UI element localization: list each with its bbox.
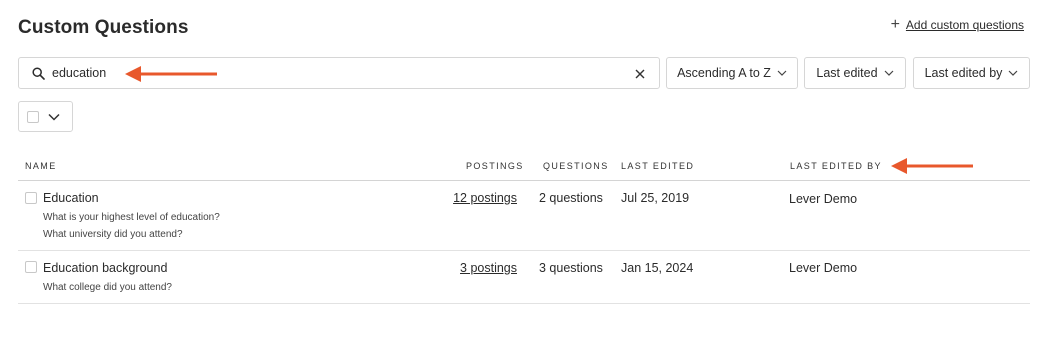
postings-link[interactable]: 3 postings	[460, 261, 517, 275]
chevron-down-icon	[777, 70, 787, 76]
column-header-postings[interactable]: POSTINGS	[466, 161, 524, 171]
postings-link[interactable]: 12 postings	[453, 191, 517, 205]
page-title: Custom Questions	[18, 17, 189, 38]
last-edited-by-dropdown[interactable]: Last edited by	[913, 57, 1030, 89]
table-header-divider	[18, 180, 1030, 181]
last-edited-date: Jul 25, 2019	[621, 191, 690, 205]
arrow-left-icon	[125, 66, 217, 82]
questions-count: 3 questions	[539, 261, 603, 275]
question-text: What university did you attend?	[43, 229, 183, 240]
last-edited-dropdown[interactable]: Last edited	[804, 57, 906, 89]
last-edited-date: Jan 15, 2024	[621, 261, 694, 275]
column-header-last-edited[interactable]: LAST EDITED	[621, 161, 694, 171]
search-icon	[31, 66, 45, 80]
column-header-questions[interactable]: QUESTIONS	[543, 161, 609, 171]
row-divider	[18, 250, 1030, 251]
row-checkbox[interactable]	[25, 192, 37, 204]
last-edited-by-user: Lever Demo	[789, 261, 858, 275]
chevron-down-icon	[48, 113, 60, 121]
question-text: What is your highest level of education?	[43, 212, 220, 223]
questions-count: 2 questions	[539, 191, 603, 205]
question-set-title[interactable]: Education background	[43, 261, 167, 275]
row-divider	[18, 303, 1030, 304]
row-checkbox[interactable]	[25, 261, 37, 273]
question-text: What college did you attend?	[43, 282, 172, 293]
select-all-checkbox[interactable]	[27, 110, 39, 123]
search-field[interactable]	[18, 57, 660, 89]
column-header-last-edited-by[interactable]: LAST EDITED BY	[790, 161, 882, 171]
last-edited-dropdown-label: Last edited	[816, 66, 878, 80]
chevron-down-icon	[884, 70, 894, 76]
add-custom-questions-label: Add custom questions	[905, 18, 1024, 32]
last-edited-by-user: Lever Demo	[789, 192, 858, 206]
add-custom-questions-link[interactable]: + Add custom questions	[890, 16, 1024, 33]
column-header-name[interactable]: NAME	[25, 161, 57, 171]
sort-dropdown-label: Ascending A to Z	[677, 66, 771, 80]
chevron-down-icon	[1008, 70, 1018, 76]
last-edited-by-dropdown-label: Last edited by	[924, 66, 1003, 80]
question-set-title[interactable]: Education	[43, 191, 99, 205]
sort-dropdown[interactable]: Ascending A to Z	[666, 57, 798, 89]
plus-icon: +	[890, 16, 900, 33]
close-icon[interactable]	[635, 66, 645, 82]
bulk-select-dropdown[interactable]	[18, 101, 73, 132]
arrow-left-icon	[891, 158, 973, 174]
